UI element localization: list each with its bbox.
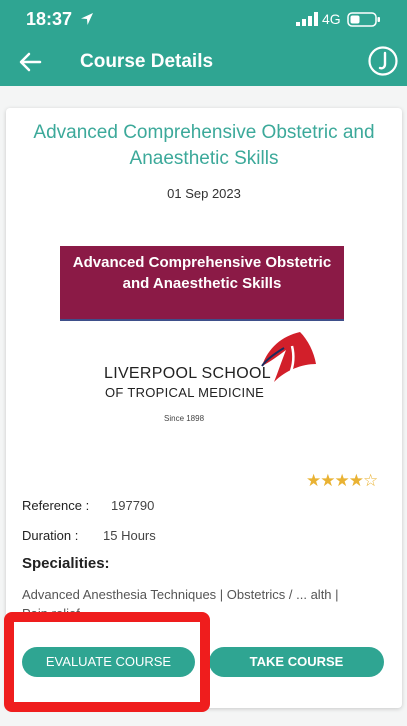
star-filled-icon: ★ — [348, 471, 364, 490]
evaluate-course-button[interactable]: EVALUATE COURSE — [22, 647, 195, 677]
status-bar: 18:37 4G — [0, 0, 407, 38]
banner-underline — [60, 319, 344, 321]
provider-since: Since 1898 — [164, 414, 205, 423]
provider-name-line2: OF TROPICAL MEDICINE — [105, 385, 265, 400]
info-icon[interactable] — [367, 45, 399, 77]
signal-icon — [296, 12, 318, 26]
course-title: Advanced Comprehensive Obstetric and Ana… — [33, 122, 375, 169]
duration-value: 15 Hours — [103, 528, 156, 543]
location-arrow-icon — [81, 13, 93, 25]
rating-stars: ★★★★☆ — [306, 471, 378, 491]
battery-icon — [347, 12, 380, 27]
take-course-button[interactable]: TAKE COURSE — [209, 647, 384, 677]
duration-label: Duration : — [22, 528, 79, 543]
network-type: 4G — [322, 11, 341, 27]
star-filled-icon: ★ — [306, 471, 321, 490]
provider-name-line1: LIVERPOOL SCHOOL — [104, 365, 271, 382]
banner-text: Advanced Comprehensive Obstetric and Ana… — [72, 254, 332, 292]
back-arrow-icon[interactable] — [16, 48, 44, 76]
star-empty-icon: ☆ — [363, 471, 378, 490]
status-time: 18:37 — [26, 9, 73, 29]
reference-label: Reference : — [22, 498, 90, 513]
app-bar: Course Details — [0, 38, 407, 86]
star-filled-icon: ★ — [334, 471, 350, 490]
specialities-value: Advanced Anesthesia Techniques | Obstetr… — [22, 587, 339, 621]
star-filled-icon: ★ — [320, 471, 335, 490]
phone-screen: 18:37 4G Course Details Advanced Compreh… — [0, 0, 407, 726]
specialities-label: Specialities: — [22, 555, 110, 572]
course-card: Advanced Comprehensive Obstetric and Ana… — [6, 108, 402, 708]
page-title: Course Details — [80, 51, 214, 72]
reference-value: 197790 — [111, 498, 155, 513]
course-date: 01 Sep 2023 — [167, 186, 241, 201]
